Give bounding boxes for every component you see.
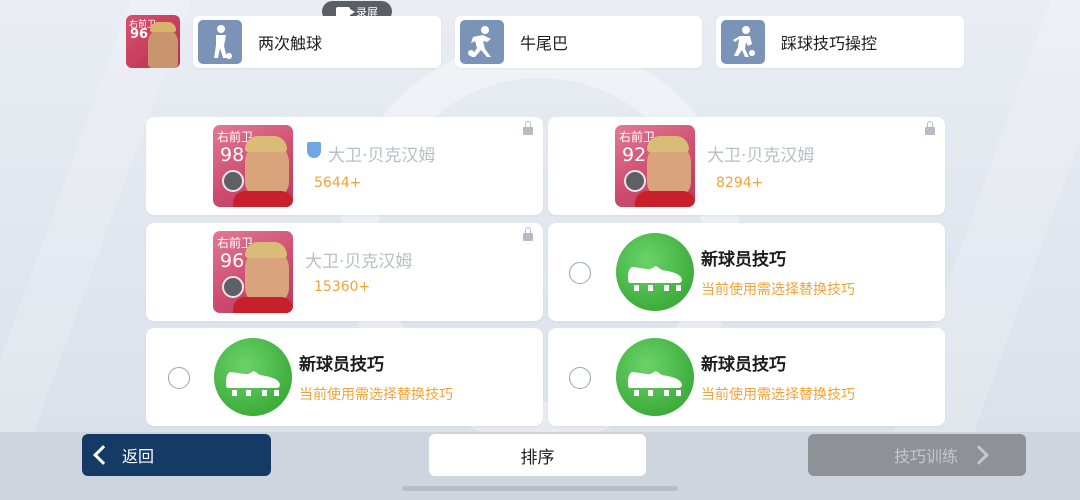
player-double-touch-icon	[198, 20, 242, 64]
skill-training-button[interactable]: 技巧训练	[808, 434, 1026, 476]
select-radio[interactable]	[168, 367, 190, 389]
sort-label: 排序	[520, 447, 555, 468]
player-cost: 15360+	[314, 279, 371, 295]
skill-tab-label: 牛尾巴	[520, 34, 569, 53]
player-portrait	[148, 28, 178, 68]
player-cost: 8294+	[716, 175, 764, 191]
skill-tab-label: 两次触球	[258, 34, 323, 53]
home-indicator[interactable]	[402, 486, 678, 491]
player-skill-card[interactable]: 右前卫 92 大卫·贝克汉姆 8294+	[548, 117, 945, 215]
player-shirt	[635, 191, 695, 207]
chevron-right-icon	[969, 445, 989, 465]
player-name: 大卫·贝克汉姆	[707, 146, 815, 166]
new-skill-slot[interactable]: 新球员技巧 当前使用需选择替换技巧	[548, 223, 945, 321]
new-skill-subtitle: 当前使用需选择替换技巧	[701, 387, 855, 403]
player-name: 大卫·贝克汉姆	[305, 252, 413, 272]
skill-tab-elastico[interactable]: 牛尾巴	[455, 16, 702, 68]
skill-tab-double-touch[interactable]: 两次触球	[193, 16, 441, 68]
player-hair	[647, 136, 689, 152]
player-name: 大卫·贝克汉姆	[328, 146, 436, 166]
new-skill-title: 新球员技巧	[701, 250, 786, 270]
player-rating: 92	[622, 144, 647, 166]
select-radio[interactable]	[569, 262, 591, 284]
player-rating: 98	[220, 144, 245, 166]
boot-icon	[214, 338, 292, 416]
player-sole-control-icon	[721, 20, 765, 64]
train-label: 技巧训练	[893, 447, 958, 466]
boot-icon	[616, 233, 694, 311]
player-rating: 96	[220, 250, 245, 272]
player-hair	[245, 242, 287, 258]
player-card: 右前卫 96	[213, 231, 293, 313]
back-button[interactable]: 返回	[82, 434, 271, 476]
club-badge-icon	[222, 170, 244, 192]
player-skill-card[interactable]: 右前卫 96 大卫·贝克汉姆 15360+	[146, 223, 543, 321]
lock-icon	[925, 121, 935, 135]
player-cost: 5644+	[314, 175, 362, 191]
player-shirt	[233, 297, 293, 313]
back-label: 返回	[122, 447, 155, 466]
club-badge-icon	[222, 276, 244, 298]
new-skill-title: 新球员技巧	[299, 355, 384, 375]
new-skill-subtitle: 当前使用需选择替换技巧	[299, 387, 453, 403]
camera-icon	[336, 6, 355, 17]
boot-icon	[616, 338, 694, 416]
player-skill-card[interactable]: 右前卫 98 大卫·贝克汉姆 5644+	[146, 117, 543, 215]
chevron-left-icon	[93, 445, 113, 465]
verified-shield-icon	[307, 142, 321, 158]
player-shirt	[233, 191, 293, 207]
current-player-rating: 96	[130, 27, 149, 42]
player-card: 右前卫 92	[615, 125, 695, 207]
new-skill-subtitle: 当前使用需选择替换技巧	[701, 282, 855, 298]
skill-tab-sole-control[interactable]: 踩球技巧操控	[716, 16, 964, 68]
lock-icon	[523, 121, 533, 135]
new-skill-title: 新球员技巧	[701, 355, 786, 375]
new-skill-slot[interactable]: 新球员技巧 当前使用需选择替换技巧	[146, 328, 543, 426]
skill-tab-label: 踩球技巧操控	[781, 34, 878, 53]
player-hair	[150, 22, 176, 32]
sort-button[interactable]: 排序	[429, 434, 646, 476]
player-card: 右前卫 98	[213, 125, 293, 207]
club-badge-icon	[624, 170, 646, 192]
player-elastico-icon	[460, 20, 504, 64]
select-radio[interactable]	[569, 367, 591, 389]
lock-icon	[523, 227, 533, 241]
new-skill-slot[interactable]: 新球员技巧 当前使用需选择替换技巧	[548, 328, 945, 426]
current-player-card[interactable]: 右前卫 96	[126, 15, 180, 68]
player-hair	[245, 136, 287, 152]
